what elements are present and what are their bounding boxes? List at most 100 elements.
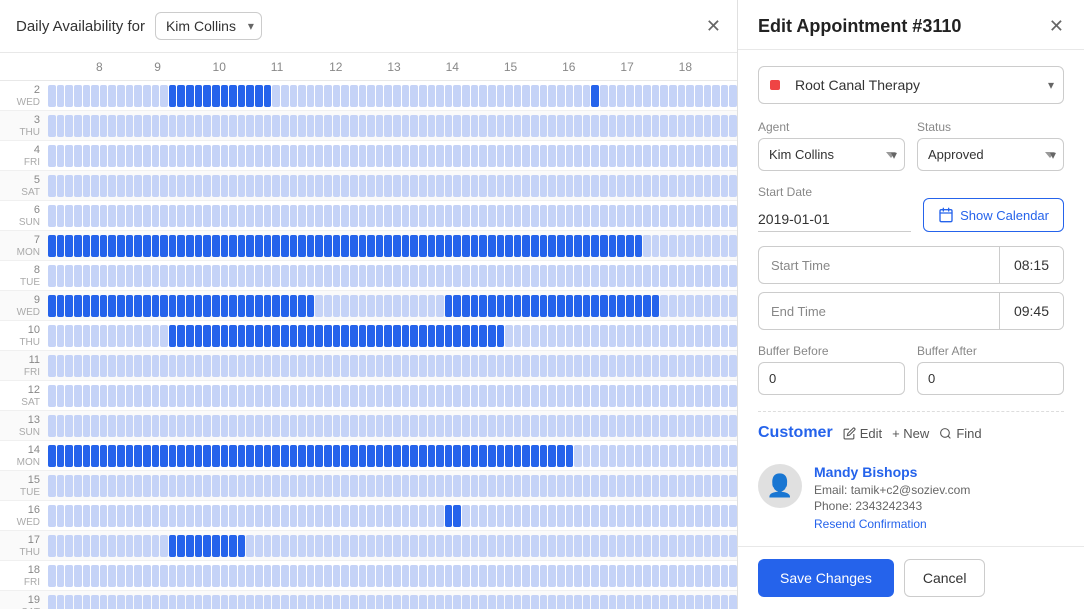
cell[interactable] — [686, 595, 694, 609]
cell[interactable] — [712, 265, 720, 287]
cell[interactable] — [177, 205, 185, 227]
cell[interactable] — [108, 445, 116, 467]
cell[interactable] — [695, 205, 703, 227]
cell[interactable] — [479, 355, 487, 377]
cell[interactable] — [108, 475, 116, 497]
cell[interactable] — [255, 475, 263, 497]
cell[interactable] — [160, 535, 168, 557]
cell[interactable] — [583, 565, 591, 587]
cell[interactable] — [238, 385, 246, 407]
cell[interactable] — [359, 265, 367, 287]
cell[interactable] — [445, 385, 453, 407]
cell[interactable] — [264, 115, 272, 137]
cell[interactable] — [126, 475, 134, 497]
cell[interactable] — [186, 205, 194, 227]
cell[interactable] — [160, 115, 168, 137]
cell[interactable] — [704, 235, 712, 257]
cell[interactable] — [221, 535, 229, 557]
cell[interactable] — [721, 235, 729, 257]
cell[interactable] — [272, 535, 280, 557]
cell[interactable] — [281, 565, 289, 587]
cell[interactable] — [134, 505, 142, 527]
cell[interactable] — [57, 595, 65, 609]
cell[interactable] — [540, 415, 548, 437]
cell[interactable] — [83, 325, 91, 347]
cell[interactable] — [548, 595, 556, 609]
cell[interactable] — [324, 595, 332, 609]
cell[interactable] — [126, 565, 134, 587]
cell[interactable] — [384, 565, 392, 587]
cell[interactable] — [626, 385, 634, 407]
cell[interactable] — [453, 535, 461, 557]
cell[interactable] — [195, 475, 203, 497]
cell[interactable] — [600, 415, 608, 437]
cell[interactable] — [384, 325, 392, 347]
cell[interactable] — [635, 415, 643, 437]
cell[interactable] — [238, 595, 246, 609]
cell[interactable] — [65, 355, 73, 377]
cell[interactable] — [591, 85, 599, 107]
cell[interactable] — [471, 535, 479, 557]
cell[interactable] — [126, 205, 134, 227]
cell[interactable] — [695, 145, 703, 167]
cell[interactable] — [428, 385, 436, 407]
cell[interactable] — [583, 445, 591, 467]
cell[interactable] — [229, 385, 237, 407]
cell[interactable] — [531, 475, 539, 497]
cell[interactable] — [376, 115, 384, 137]
cell[interactable] — [505, 205, 513, 227]
cell[interactable] — [212, 445, 220, 467]
cell[interactable] — [74, 535, 82, 557]
cell[interactable] — [298, 355, 306, 377]
cell[interactable] — [419, 115, 427, 137]
cell[interactable] — [600, 85, 608, 107]
cell[interactable] — [566, 205, 574, 227]
cell[interactable] — [453, 235, 461, 257]
cell[interactable] — [376, 325, 384, 347]
cell[interactable] — [660, 595, 668, 609]
cell[interactable] — [290, 355, 298, 377]
cell[interactable] — [160, 355, 168, 377]
cell[interactable] — [315, 175, 323, 197]
cell[interactable] — [497, 175, 505, 197]
cell[interactable] — [324, 235, 332, 257]
cell[interactable] — [264, 145, 272, 167]
cell[interactable] — [497, 85, 505, 107]
cell[interactable] — [729, 385, 737, 407]
cell[interactable] — [617, 265, 625, 287]
cell[interactable] — [212, 85, 220, 107]
cell[interactable] — [74, 235, 82, 257]
cell[interactable] — [272, 475, 280, 497]
cell[interactable] — [281, 595, 289, 609]
cell[interactable] — [74, 385, 82, 407]
cell[interactable] — [384, 535, 392, 557]
cell[interactable] — [281, 385, 289, 407]
cell[interactable] — [246, 385, 254, 407]
cell[interactable] — [57, 475, 65, 497]
cell[interactable] — [281, 295, 289, 317]
cell[interactable] — [393, 295, 401, 317]
cell[interactable] — [479, 475, 487, 497]
cell[interactable] — [143, 115, 151, 137]
cell[interactable] — [134, 535, 142, 557]
cell[interactable] — [609, 415, 617, 437]
cell[interactable] — [695, 235, 703, 257]
cell[interactable] — [479, 235, 487, 257]
cell[interactable] — [505, 355, 513, 377]
cell[interactable] — [307, 235, 315, 257]
cell[interactable] — [462, 445, 470, 467]
cell[interactable] — [678, 325, 686, 347]
cell[interactable] — [212, 235, 220, 257]
cell[interactable] — [505, 115, 513, 137]
cell[interactable] — [177, 505, 185, 527]
cell[interactable] — [635, 115, 643, 137]
cell[interactable] — [333, 415, 341, 437]
cell[interactable] — [100, 325, 108, 347]
cell[interactable] — [117, 415, 125, 437]
cell[interactable] — [324, 325, 332, 347]
cell[interactable] — [359, 595, 367, 609]
cell[interactable] — [281, 235, 289, 257]
cell[interactable] — [393, 415, 401, 437]
cell[interactable] — [229, 295, 237, 317]
cell[interactable] — [695, 565, 703, 587]
